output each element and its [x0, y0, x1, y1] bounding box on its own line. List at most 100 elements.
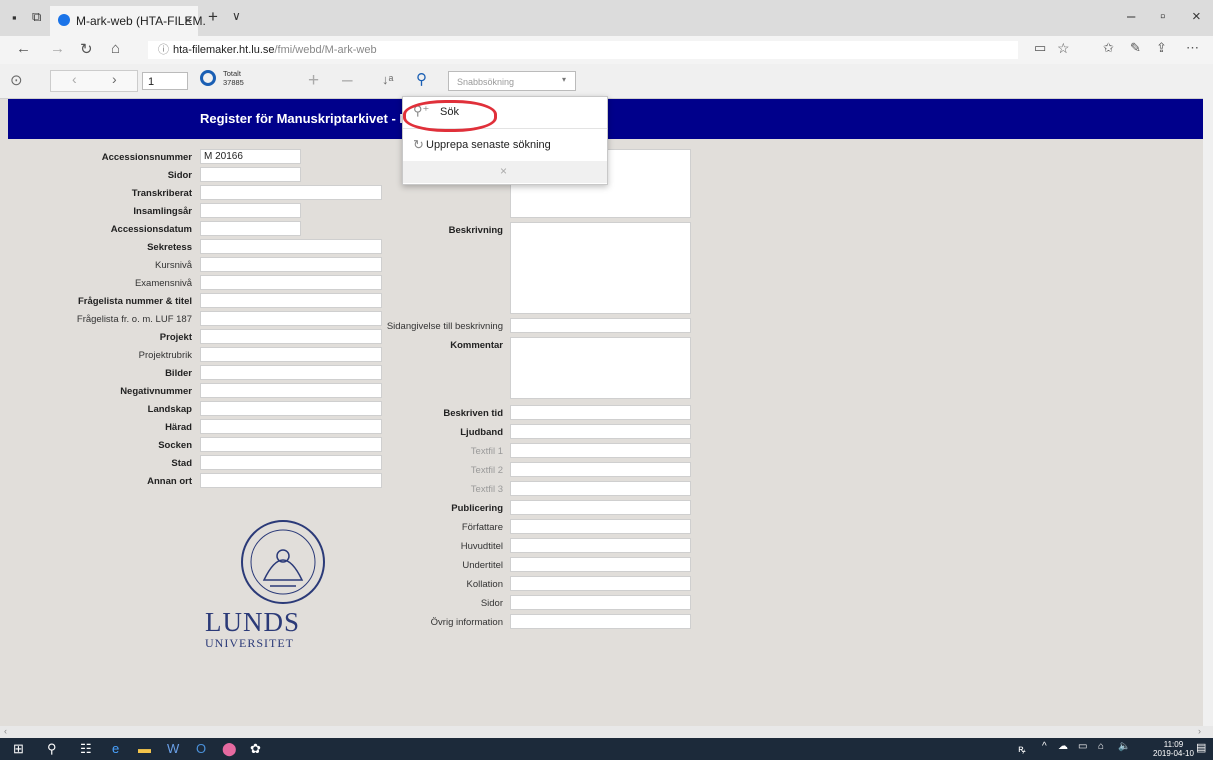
word-icon[interactable]: W [167, 741, 179, 756]
record-nav-group [50, 70, 138, 92]
pen-icon[interactable]: ✎ [1130, 40, 1141, 56]
projektrubrik-field[interactable] [200, 347, 382, 362]
textfil-1-field[interactable] [510, 443, 691, 458]
home-icon[interactable]: ⌂ [111, 40, 120, 57]
label-fragelista-luf: Frågelista fr. o. m. LUF 187 [76, 314, 192, 325]
label-textfil-2: Textfil 2 [470, 465, 503, 476]
examensniva-field[interactable] [200, 275, 382, 290]
insamlingsar-field[interactable] [200, 203, 301, 218]
restore-icon[interactable]: ▫ [1160, 8, 1165, 25]
label-stad: Stad [171, 458, 192, 469]
ovrig-information-field[interactable] [510, 614, 691, 629]
notifications-icon[interactable]: ▤ [1196, 741, 1206, 754]
projekt-field[interactable] [200, 329, 382, 344]
beskriven-tid-field[interactable] [510, 405, 691, 420]
label-transkriberat: Transkriberat [131, 188, 192, 199]
tab-preview-icon[interactable]: ⧉ [32, 9, 41, 25]
vertical-scrollbar[interactable] [1203, 98, 1213, 726]
edge-browser-icon[interactable]: e [112, 741, 119, 756]
horizontal-scrollbar[interactable]: ‹ › [0, 726, 1213, 738]
kommentar-field[interactable] [510, 337, 691, 399]
annan-ort-field[interactable] [200, 473, 382, 488]
huvudtitel-field[interactable] [510, 538, 691, 553]
accessionsnummer-field[interactable]: M 20166 [200, 149, 301, 164]
onedrive-icon[interactable]: ☁ [1058, 741, 1068, 752]
kursniva-field[interactable] [200, 257, 382, 272]
publicering-field[interactable] [510, 500, 691, 515]
sort-icon[interactable]: ↓ᵃ [382, 72, 393, 87]
browser-tab[interactable]: M-ark-web (HTA-FILEM. × [50, 6, 206, 36]
harad-field[interactable] [200, 419, 382, 434]
sidangivelse-field[interactable] [510, 318, 691, 333]
search-icon[interactable]: ⚲ [416, 70, 427, 88]
maps-icon[interactable]: ⬤ [222, 741, 237, 757]
forward-arrow-icon[interactable]: → [50, 40, 65, 57]
quick-search-dropdown-icon[interactable]: ▾ [562, 75, 566, 84]
more-menu-icon[interactable]: ⋯ [1186, 40, 1199, 56]
transkriberat-field[interactable] [200, 185, 382, 200]
tab-manager-icon[interactable]: ▪ [12, 10, 17, 25]
textfil-2-field[interactable] [510, 462, 691, 477]
new-record-icon[interactable]: + [308, 70, 319, 92]
windows-start-icon[interactable]: ⊞ [13, 741, 24, 757]
scroll-left-icon[interactable]: ‹ [4, 726, 7, 736]
socken-field[interactable] [200, 437, 382, 452]
close-menu-icon[interactable]: × [500, 164, 507, 178]
undertitel-field[interactable] [510, 557, 691, 572]
battery-icon[interactable]: ▭ [1078, 741, 1087, 752]
total-count: 37885 [223, 78, 244, 87]
file-explorer-icon[interactable]: ▬ [138, 741, 151, 756]
close-tab-icon[interactable]: × [184, 12, 192, 28]
previous-record-icon[interactable]: ‹ [72, 71, 77, 87]
textfil-3-field[interactable] [510, 481, 691, 496]
scroll-right-icon[interactable]: › [1198, 726, 1201, 736]
record-number-input[interactable]: 1 [142, 72, 188, 90]
taskbar-clock[interactable]: 11:09 2019-04-10 [1153, 740, 1194, 758]
kollation-field[interactable] [510, 576, 691, 591]
menu-item-upprepa[interactable]: ↻ Upprepa senaste sökning [403, 132, 607, 158]
delete-record-icon[interactable]: – [342, 70, 353, 92]
forfattare-field[interactable] [510, 519, 691, 534]
share-icon[interactable]: ⇪ [1156, 40, 1167, 56]
new-tab-icon[interactable]: + [208, 7, 218, 27]
volume-icon[interactable]: 🔈 [1118, 741, 1130, 752]
task-view-icon[interactable]: ☷ [80, 741, 92, 757]
outlook-icon[interactable]: O [196, 741, 206, 756]
app-icon[interactable]: ✿ [250, 741, 261, 757]
label-huvudtitel: Huvudtitel [460, 541, 503, 552]
favorites-list-icon[interactable]: ✩ [1103, 40, 1114, 56]
people-icon[interactable]: ꝶ [1018, 741, 1026, 755]
minimize-icon[interactable]: – [1127, 8, 1135, 25]
negativnummer-field[interactable] [200, 383, 382, 398]
fragelista-luf-field[interactable] [200, 311, 382, 326]
label-publicering: Publicering [451, 503, 503, 514]
quick-search-input[interactable]: Snabbsökning [448, 71, 576, 91]
stad-field[interactable] [200, 455, 382, 470]
url-field[interactable]: ⓘ hta-filemaker.ht.lu.se/fmi/webd/M-ark-w… [148, 41, 1018, 59]
refresh-icon[interactable]: ↻ [80, 40, 93, 58]
taskbar-search-icon[interactable]: ⚲ [47, 741, 57, 757]
next-record-icon[interactable]: › [112, 71, 117, 87]
reading-view-icon[interactable]: ▭ [1034, 40, 1046, 56]
sidor-right-field[interactable] [510, 595, 691, 610]
sekretess-field[interactable] [200, 239, 382, 254]
window-close-icon[interactable]: × [1192, 8, 1201, 25]
back-arrow-icon[interactable]: ← [16, 40, 31, 57]
tray-chevron-icon[interactable]: ^ [1042, 741, 1047, 752]
accessionsdatum-field[interactable] [200, 221, 301, 236]
label-beskriven-tid: Beskriven tid [443, 408, 503, 419]
label-projektrubrik: Projektrubrik [138, 350, 192, 361]
beskrivning-field[interactable] [510, 222, 691, 314]
label-landskap: Landskap [147, 404, 192, 415]
fragelista-nummer-titel-field[interactable] [200, 293, 382, 308]
repeat-icon: ↻ [413, 137, 424, 152]
ljudband-field[interactable] [510, 424, 691, 439]
info-icon: ⓘ [158, 44, 169, 56]
landskap-field[interactable] [200, 401, 382, 416]
tab-list-chevron-icon[interactable]: ∨ [232, 9, 241, 23]
network-icon[interactable]: ⌂ [1098, 741, 1104, 752]
sidor-field[interactable] [200, 167, 301, 182]
favorite-star-icon[interactable]: ☆ [1057, 40, 1070, 57]
bilder-field[interactable] [200, 365, 382, 380]
toolbar-toggle-icon[interactable]: ⊙ [10, 71, 23, 89]
